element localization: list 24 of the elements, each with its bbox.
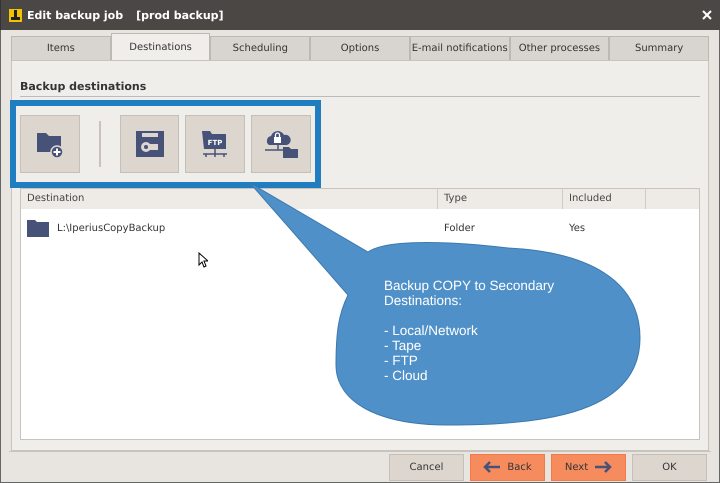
callout-list-item: - Tape xyxy=(384,338,422,353)
callout-list-item: - Local/Network xyxy=(384,323,479,338)
callout-heading: Backup COPY to Secondary Destinations: xyxy=(384,278,556,308)
job-name: [prod backup] xyxy=(136,8,224,22)
table-cell: Yes xyxy=(569,222,586,234)
callout-list-item: - FTP xyxy=(384,353,419,368)
tab[interactable]: Options xyxy=(310,36,410,60)
table-cell: Folder xyxy=(444,222,475,234)
window-title: Edit backup job xyxy=(27,8,124,22)
back-button[interactable]: Back xyxy=(470,454,545,480)
tab[interactable]: E-mail notifications xyxy=(410,36,510,60)
tab[interactable]: Items xyxy=(11,36,111,60)
callout-list-item: - Cloud xyxy=(384,368,429,383)
column-header[interactable]: Type xyxy=(438,189,563,209)
dialog-button[interactable]: Cancel xyxy=(389,454,464,480)
dialog-button[interactable]: OK xyxy=(632,454,707,480)
tab[interactable]: Summary xyxy=(609,36,710,60)
next-button[interactable]: Next xyxy=(551,454,626,480)
tab[interactable]: Scheduling xyxy=(210,36,310,60)
section-title: Backup destinations xyxy=(20,80,700,97)
tab[interactable]: Destinations xyxy=(110,33,210,60)
column-header[interactable]: Included xyxy=(563,189,646,209)
table-cell: L:\IperiusCopyBackup xyxy=(57,222,166,234)
tab[interactable]: Other processes xyxy=(510,36,610,60)
